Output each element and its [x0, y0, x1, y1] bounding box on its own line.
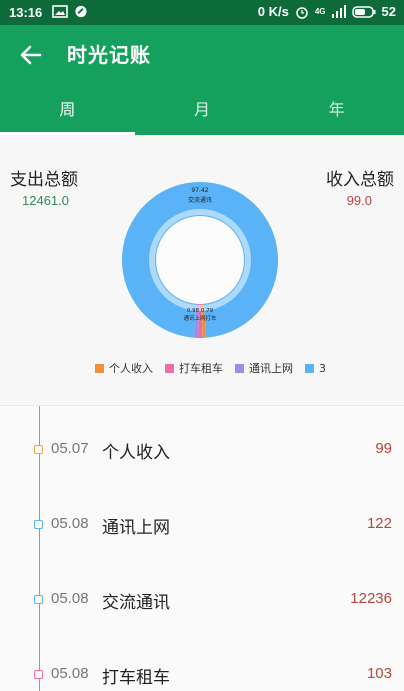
signal-icon — [331, 5, 346, 18]
page-title: 时光记账 — [67, 43, 151, 67]
category-icon — [34, 595, 43, 604]
alarm-icon — [296, 6, 308, 19]
expense-label: 支出总额 — [10, 170, 78, 190]
record-date: 05.08 — [51, 515, 89, 532]
arrow-left-icon[interactable] — [18, 42, 44, 68]
legend-swatch — [305, 363, 314, 373]
list-item[interactable]: 05.08 交流通讯 12236 — [0, 581, 404, 621]
category-icon — [34, 520, 43, 529]
legend-label: 3 — [319, 361, 326, 375]
record-date: 05.08 — [51, 665, 89, 682]
legend-item: 个人收入 — [95, 360, 153, 376]
battery-level: 52 — [381, 4, 396, 19]
list-item[interactable]: 05.08 通讯上网 122 — [0, 506, 404, 546]
list-item[interactable]: 05.07 个人收入 99 — [0, 431, 404, 471]
record-category: 交流通讯 — [102, 593, 170, 613]
legend-item: 打车租车 — [165, 360, 223, 376]
legend-item: 3 — [305, 360, 326, 376]
record-amount: 12236 — [350, 590, 392, 607]
legend-label: 通讯上网 — [249, 362, 293, 375]
record-amount: 103 — [366, 665, 392, 682]
battery-icon — [351, 5, 376, 18]
slice-label-bottom-value: 0.98 0.79 — [187, 308, 214, 314]
expense-value: 12461.0 — [22, 193, 69, 208]
category-icon — [34, 445, 43, 454]
record-category: 通讯上网 — [102, 518, 170, 538]
slice-label-top-name: 交流通讯 — [188, 196, 212, 204]
legend-item: 通讯上网 — [235, 360, 293, 376]
donut-chart[interactable]: 97.42 交流通讯 0.98 0.79 通讯上网打车 — [120, 180, 280, 340]
network-type: 4G — [314, 7, 326, 16]
period-tabs: 周 月 年 — [0, 95, 404, 135]
status-time: 13:16 — [9, 5, 43, 20]
tab-year[interactable]: 年 — [269, 95, 404, 135]
donut-hole — [156, 216, 244, 304]
summary-panel: 支出总额 12461.0 收入总额 99.0 97.42 交流通讯 0.98 0… — [0, 135, 404, 405]
chart-legend: 个人收入 打车租车 通讯上网 3 — [95, 360, 326, 376]
app-notification-icon — [75, 5, 87, 18]
app-bar: 时光记账 周 月 年 — [0, 25, 404, 135]
category-icon — [34, 670, 43, 679]
record-amount: 122 — [366, 515, 392, 532]
income-value: 99.0 — [346, 193, 372, 208]
net-speed: 0 K/s — [257, 4, 289, 19]
legend-swatch — [235, 363, 244, 373]
record-amount: 99 — [375, 440, 392, 457]
legend-swatch — [165, 363, 174, 373]
tab-week[interactable]: 周 — [0, 95, 135, 135]
slice-label-top-value: 97.42 — [191, 187, 208, 194]
record-date: 05.07 — [51, 440, 89, 457]
list-item[interactable]: 05.08 打车租车 103 — [0, 656, 404, 691]
legend-label: 打车租车 — [179, 362, 223, 375]
record-list: 05.07 个人收入 99 05.08 通讯上网 122 05.08 交流通讯 … — [0, 405, 404, 691]
tab-month[interactable]: 月 — [135, 95, 270, 135]
status-right: 0 K/s 4G 52 — [258, 4, 396, 19]
slice-label-bottom-name: 通讯上网打车 — [183, 314, 217, 322]
status-bar: 13:16 0 K/s 4G 52 — [0, 0, 404, 25]
record-date: 05.08 — [51, 590, 89, 607]
gallery-icon — [52, 5, 68, 18]
legend-swatch — [95, 363, 104, 373]
legend-label: 个人收入 — [109, 362, 153, 375]
record-category: 打车租车 — [102, 668, 170, 688]
income-label: 收入总额 — [326, 170, 394, 190]
record-category: 个人收入 — [102, 443, 170, 463]
